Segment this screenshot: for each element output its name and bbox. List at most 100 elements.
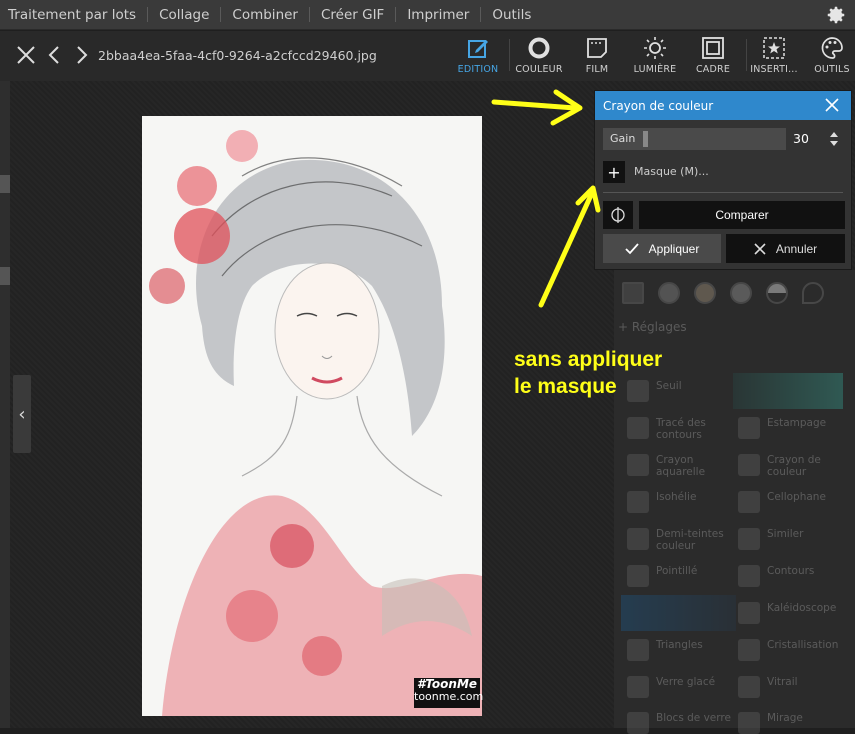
menu-batch[interactable]: Traitement par lots: [0, 7, 147, 23]
tool-outils[interactable]: OUTILS: [803, 34, 855, 78]
close-icon[interactable]: [15, 44, 37, 66]
effect-label: Kaléidoscope: [767, 602, 837, 614]
effect-icon: [738, 676, 760, 698]
effect-icon: [627, 676, 649, 698]
close-icon: [754, 242, 766, 255]
menu-tools[interactable]: Outils: [481, 7, 542, 23]
tone-preset[interactable]: [694, 282, 716, 304]
effect-icon: [627, 565, 649, 587]
effect-icon: [738, 491, 760, 513]
drop-icon[interactable]: [802, 282, 824, 304]
effect-icon: [627, 528, 649, 550]
effect-crayon-aquarelle[interactable]: Crayon aquarelle: [627, 454, 737, 478]
chevron-right-icon[interactable]: [70, 44, 92, 66]
collapse-left-panel-button[interactable]: ‹: [13, 375, 31, 453]
list-icon[interactable]: [622, 282, 644, 304]
reglages-section[interactable]: + Réglages: [618, 320, 687, 334]
effect-label: Tracé des contours: [656, 417, 706, 442]
sun-icon: [644, 37, 666, 59]
palette-icon: [821, 37, 843, 59]
gain-value[interactable]: 30: [793, 131, 809, 146]
dialog-header: Crayon de couleur: [595, 91, 851, 120]
effect-vitrail[interactable]: Vitrail: [738, 676, 848, 698]
tool-insertion[interactable]: INSERTI...: [745, 34, 803, 78]
effect-cristallisation[interactable]: Cristallisation: [738, 639, 848, 661]
tone-preset[interactable]: [766, 282, 788, 304]
tool-label: EDITION: [457, 64, 499, 75]
gear-icon[interactable]: [825, 4, 847, 26]
insert-star-icon: [763, 37, 785, 59]
chevron-left-icon[interactable]: [44, 44, 66, 66]
edit-icon: [468, 40, 488, 58]
color-ring-icon: [528, 37, 550, 59]
effect-icon: [627, 712, 649, 734]
effect-icon: [738, 602, 760, 624]
effect-crayon-couleur[interactable]: Crayon de couleur: [738, 454, 848, 478]
effect-icon: [738, 565, 760, 587]
effect-label: Triangles: [656, 639, 703, 651]
effect-icon: [627, 639, 649, 661]
effect-icon: [627, 417, 649, 439]
annotation-line-1: sans appliquer: [514, 348, 663, 371]
watermark-brand: #ToonMe: [416, 677, 478, 691]
effect-trace-contours[interactable]: Tracé des contours: [627, 417, 737, 441]
menu-combine[interactable]: Combiner: [221, 7, 309, 23]
cancel-button[interactable]: Annuler: [726, 234, 845, 263]
crayon-couleur-dialog: Crayon de couleur Gain 30 + Masque (M)..…: [594, 90, 852, 270]
effect-triangles[interactable]: Triangles: [627, 639, 737, 661]
gain-slider[interactable]: Gain: [603, 128, 786, 150]
effect-isohelie[interactable]: Isohélie: [627, 491, 737, 513]
dialog-divider: [603, 192, 843, 193]
gain-slider-handle[interactable]: [643, 131, 648, 147]
gain-label: Gain: [610, 132, 636, 145]
effect-similer[interactable]: Similer: [738, 528, 848, 550]
effect-verre-glace[interactable]: Verre glacé: [627, 676, 737, 698]
tool-couleur[interactable]: COULEUR: [510, 34, 568, 78]
tone-preset[interactable]: [730, 282, 752, 304]
tone-preset[interactable]: [658, 282, 680, 304]
effect-mirage[interactable]: Mirage: [738, 712, 848, 734]
effect-label: Vitrail: [767, 676, 798, 688]
menu-collage[interactable]: Collage: [148, 7, 220, 23]
tool-cadre[interactable]: CADRE: [684, 34, 742, 78]
tool-edition[interactable]: EDITION: [449, 34, 507, 78]
file-name: 2bbaa4ea-5faa-4cf0-9264-a2cfccd29460.jpg: [98, 48, 377, 63]
effect-icon: [738, 454, 760, 476]
apply-button[interactable]: Appliquer: [603, 234, 721, 263]
effect-label: Blocs de verre: [656, 712, 731, 724]
menu-print[interactable]: Imprimer: [396, 7, 480, 23]
effect-label: Pointillé: [656, 565, 698, 577]
effect-label: Contours: [767, 565, 815, 577]
add-mask-button[interactable]: +: [603, 161, 625, 183]
effect-icon: [738, 712, 760, 734]
reglages-label: Réglages: [631, 320, 687, 334]
effect-estampage[interactable]: Estampage: [738, 417, 848, 439]
dialog-title: Crayon de couleur: [603, 98, 714, 113]
effect-icon: [738, 528, 760, 550]
effect-demi-teintes[interactable]: Demi-teintes couleur: [627, 528, 737, 552]
chevron-left-icon: ‹: [18, 403, 26, 425]
cancel-label: Annuler: [775, 241, 818, 256]
tool-lumiere[interactable]: LUMIÈRE: [626, 34, 684, 78]
split-view-button[interactable]: [603, 201, 633, 229]
close-icon[interactable]: [825, 98, 839, 112]
gain-control: Gain 30: [603, 128, 843, 150]
menu-bar: Traitement par lots Collage Combiner Cré…: [0, 0, 855, 30]
effect-label: Crayon aquarelle: [656, 454, 706, 479]
effect-pointille[interactable]: Pointillé: [627, 565, 737, 587]
effect-blocs-verre[interactable]: Blocs de verre: [627, 712, 737, 734]
annotation-line-2: le masque: [514, 375, 617, 398]
compare-button[interactable]: Comparer: [639, 201, 845, 229]
effect-label: Crayon de couleur: [767, 454, 821, 479]
spinner-icon[interactable]: [829, 130, 839, 148]
effect-contours[interactable]: Contours: [738, 565, 848, 587]
tool-label: INSERTI...: [750, 64, 798, 75]
effect-icon: [738, 417, 760, 439]
check-icon: [625, 242, 639, 254]
effect-label: Cristallisation: [767, 639, 839, 651]
effect-kaleidoscope[interactable]: Kaléidoscope: [738, 602, 848, 624]
mask-label[interactable]: Masque (M)...: [634, 165, 709, 178]
effect-cellophane[interactable]: Cellophane: [738, 491, 848, 513]
menu-create-gif[interactable]: Créer GIF: [310, 7, 395, 23]
tool-film[interactable]: FILM: [568, 34, 626, 78]
